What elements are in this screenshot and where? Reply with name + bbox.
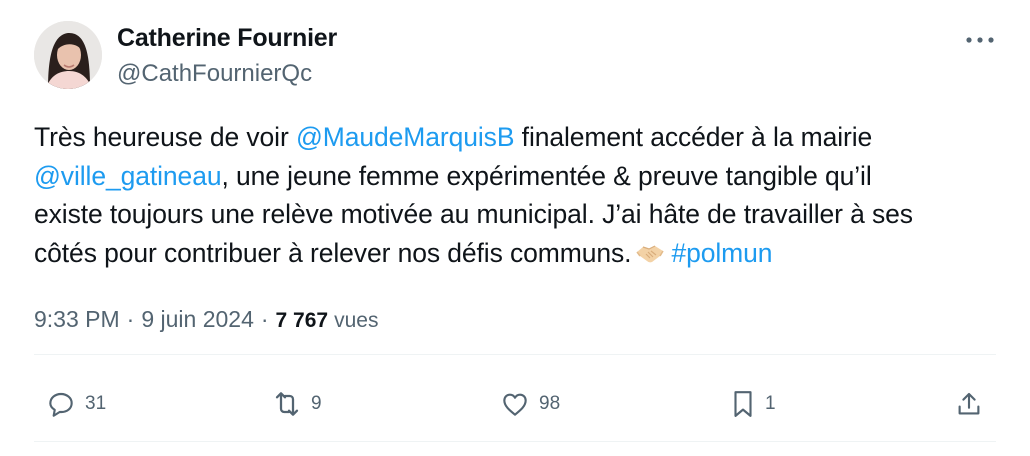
more-options-button[interactable]	[962, 26, 998, 54]
more-dots-icon	[966, 37, 994, 43]
bookmark-icon	[734, 391, 752, 417]
repost-count: 9	[311, 393, 322, 414]
meta-separator: ·	[126, 306, 135, 332]
repost-button[interactable]: 9	[270, 387, 322, 421]
tweet-line-2: @ville_gatineau, une jeune femme expérim…	[34, 157, 1009, 196]
hashtag-link-polmun[interactable]: #polmun	[671, 238, 772, 268]
bookmark-button[interactable]: 1	[728, 387, 776, 421]
avatar[interactable]	[34, 21, 102, 89]
views-label[interactable]: vues	[334, 309, 378, 333]
like-count: 98	[539, 393, 561, 414]
share-button[interactable]	[954, 387, 984, 421]
meta-separator: ·	[260, 306, 269, 332]
tweet-text-segment: , une jeune femme expérimentée & preuve …	[221, 160, 872, 191]
mention-link-ville-gatineau[interactable]: @ville_gatineau	[34, 161, 222, 191]
tweet-meta: 9:33 PM · 9 juin 2024 · 7 767 vues	[34, 306, 378, 333]
views-count[interactable]: 7 767	[276, 309, 329, 333]
tweet-time[interactable]: 9:33 PM	[34, 306, 120, 333]
mention-link-maudemarquisb[interactable]: @MaudeMarquisB	[296, 122, 515, 152]
tweet-text-segment: côtés pour contribuer à relever nos défi…	[34, 237, 632, 268]
tweet-text-segment: finalement accéder à la mairie	[514, 122, 873, 152]
tweet-text: Très heureuse de voir @MaudeMarquisB fin…	[34, 118, 1009, 272]
tweet-date[interactable]: 9 juin 2024	[141, 306, 254, 333]
heart-icon	[503, 393, 527, 416]
tweet-line-4: côtés pour contribuer à relever nos défi…	[34, 234, 1009, 273]
divider	[34, 441, 996, 442]
reply-button[interactable]: 31	[44, 387, 106, 421]
tweet-line-3: existe toujours une relève motivée au mu…	[34, 199, 913, 230]
repost-icon	[275, 392, 299, 416]
avatar-photo	[34, 21, 102, 89]
tweet-card: Catherine Fournier @CathFournierQc Très …	[0, 0, 1030, 456]
divider	[34, 354, 996, 355]
handshake-icon	[636, 245, 665, 263]
reply-icon	[49, 392, 73, 417]
reply-count: 31	[85, 393, 107, 414]
author-handle[interactable]: @CathFournierQc	[117, 60, 312, 88]
tweet-text-segment: Très heureuse de voir	[34, 122, 296, 152]
share-icon	[958, 392, 980, 415]
author-name[interactable]: Catherine Fournier	[117, 24, 337, 53]
like-button[interactable]: 98	[498, 387, 560, 421]
bookmark-count: 1	[765, 393, 776, 414]
tweet-line-1: Très heureuse de voir @MaudeMarquisB fin…	[34, 118, 1009, 157]
